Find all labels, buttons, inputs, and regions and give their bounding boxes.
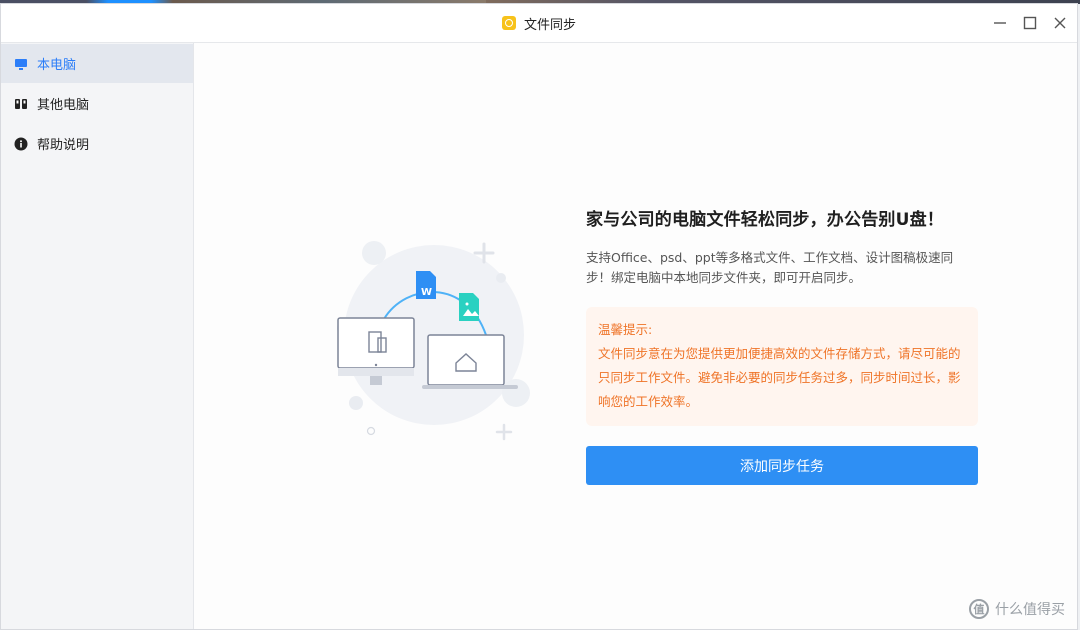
watermark-text: 什么值得买 [995,602,1065,618]
tip-text: 文件同步意在为您提供更加便捷高效的文件存储方式，请尽可能的只同步工作文件。避免非… [598,346,961,409]
window-controls [989,12,1071,34]
tip-box: 温馨提示: 文件同步意在为您提供更加便捷高效的文件存储方式，请尽可能的只同步工作… [586,307,978,426]
monitor-icon [14,57,28,71]
plus-icon [495,423,513,441]
minimize-icon [994,22,1006,24]
info-icon [14,137,28,151]
image-file-icon [459,293,479,321]
sidebar-item-label: 本电脑 [37,58,77,73]
watermark: 值 什么值得买 [969,599,1065,619]
laptop-graphic [422,334,518,389]
watermark-logo-icon: 值 [969,599,989,619]
add-sync-task-button[interactable]: 添加同步任务 [586,446,978,485]
window-title: 文件同步 [523,17,576,33]
main-panel: W 家与公司的电脑文件轻松同步，办公告别U盘！ 支持Office、psd、ppt… [194,43,1077,629]
sidebar-item-this-pc[interactable]: 本电脑 [1,44,193,83]
sidebar-item-help[interactable]: 帮助说明 [1,124,193,163]
intro-content: 家与公司的电脑文件轻松同步，办公告别U盘！ 支持Office、psd、ppt等多… [586,205,978,485]
decor-circle [366,426,376,436]
close-button[interactable] [1049,12,1071,34]
tip-title: 温馨提示: [598,322,653,337]
devices-icon [14,97,28,111]
close-icon [1054,17,1066,29]
sidebar-item-label: 其他电脑 [37,98,90,113]
feature-description: 支持Office、psd、ppt等多格式文件、工作文档、设计图稿极速同步！绑定电… [586,250,954,285]
desktop-monitor-graphic [337,317,415,385]
maximize-icon [1023,16,1037,30]
sidebar-item-label: 帮助说明 [37,138,90,153]
word-file-icon: W [416,271,436,299]
maximize-button[interactable] [1019,12,1041,34]
sync-illustration: W [337,241,530,441]
sidebar: 本电脑 其他电脑 帮助说明 [1,43,194,629]
sync-app-icon [501,16,516,30]
svg-text:W: W [421,287,432,298]
minimize-button[interactable] [989,12,1011,34]
title-bar: 文件同步 [1,4,1077,43]
app-window: 文件同步 本电脑 其他电脑 帮助说明 W 家与公司的电脑文件轻松同步，办公告别U… [0,3,1078,630]
sidebar-item-other-pc[interactable]: 其他电脑 [1,84,193,123]
page-headline: 家与公司的电脑文件轻松同步，办公告别U盘！ [586,210,945,230]
